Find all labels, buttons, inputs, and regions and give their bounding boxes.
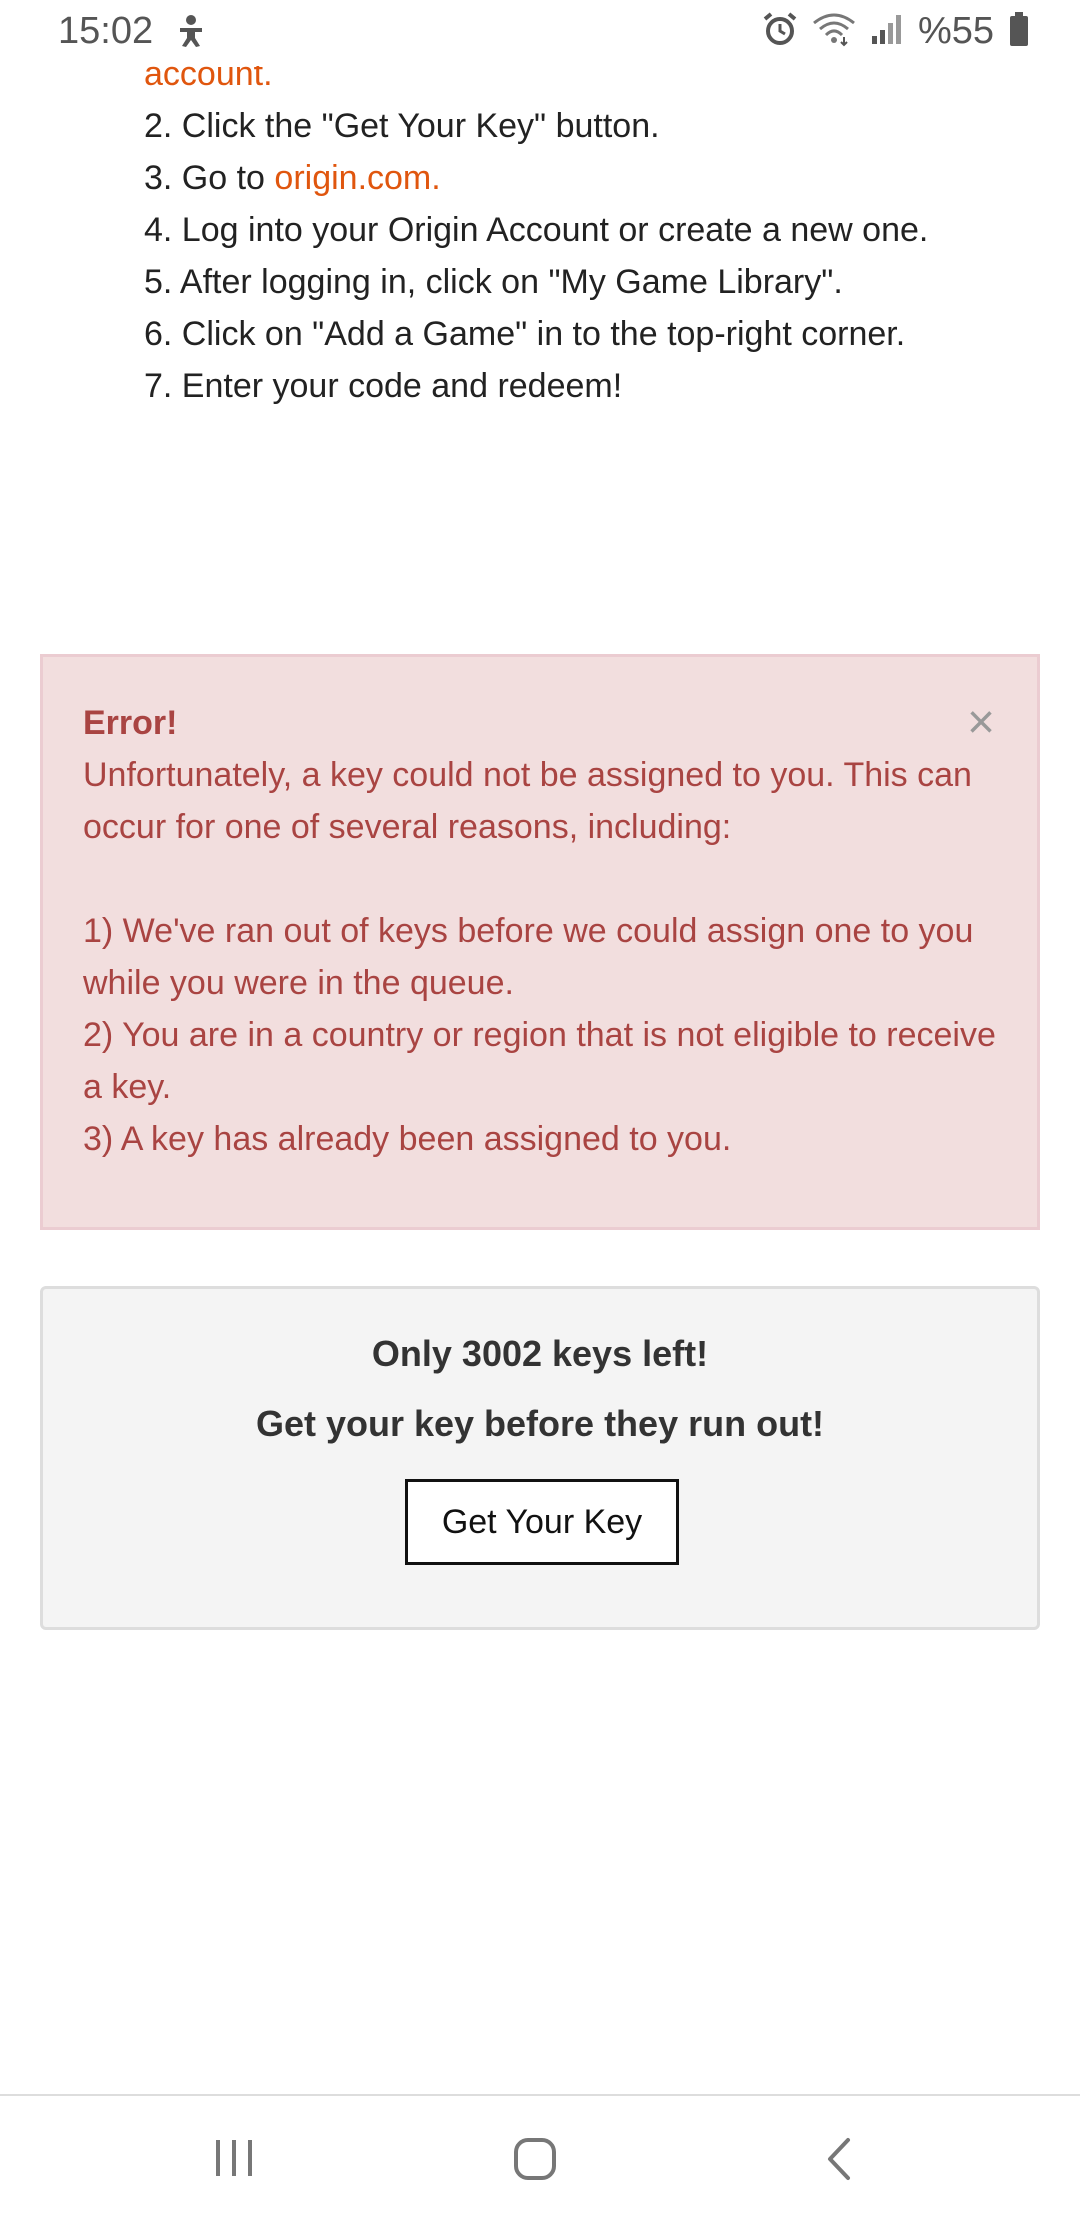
alert-message: Unfortunately, a key could not be assign…	[83, 756, 972, 846]
keys-left-text: Only 3002 keys left!	[371, 1333, 709, 1374]
alarm-icon	[762, 11, 798, 52]
key-box: Only 3002 keys left! Get your key before…	[40, 1286, 1040, 1630]
accessibility-icon	[176, 14, 206, 53]
step-5: 5. After logging in, click on "My Game L…	[144, 263, 843, 301]
back-icon[interactable]	[822, 2136, 858, 2187]
battery-icon	[1008, 11, 1030, 52]
home-icon[interactable]	[512, 2136, 558, 2187]
status-time: 15:02	[58, 10, 154, 52]
step-3: 3. Go to origin.com.	[144, 152, 944, 204]
recent-apps-icon[interactable]	[212, 2136, 256, 2185]
status-bar: 15:02 %55	[0, 0, 1080, 66]
error-alert: Error! Unfortunately, a key could not be…	[40, 654, 1040, 1230]
step-4: 4. Log into your Origin Account or creat…	[144, 211, 929, 249]
origin-link[interactable]: origin.com.	[274, 159, 440, 197]
alert-reason-1: 1) We've ran out of keys before we could…	[83, 912, 974, 1002]
close-icon[interactable]: ×	[963, 699, 999, 747]
battery-percent: %55	[917, 10, 994, 52]
get-your-key-button[interactable]: Get Your Key	[405, 1479, 679, 1565]
step-7: 7. Enter your code and redeem!	[144, 367, 623, 405]
alert-reason-2: 2) You are in a country or region that i…	[83, 1016, 996, 1106]
alert-spacer	[83, 853, 997, 905]
alert-title: Error!	[83, 704, 178, 742]
instructions-list: account. 2. Click the "Get Your Key" but…	[144, 48, 944, 412]
signal-icon	[870, 12, 904, 51]
step-6: 6. Click on "Add a Game" in to the top-r…	[144, 315, 906, 353]
run-out-text: Get your key before they run out!	[255, 1403, 825, 1444]
alert-reason-3: 3) A key has already been assigned to yo…	[83, 1120, 732, 1158]
step-3-text: 3. Go to	[144, 159, 275, 197]
wifi-icon	[812, 11, 856, 52]
navigation-bar	[0, 2094, 1080, 2222]
step-2: 2. Click the "Get Your Key" button.	[144, 107, 660, 145]
